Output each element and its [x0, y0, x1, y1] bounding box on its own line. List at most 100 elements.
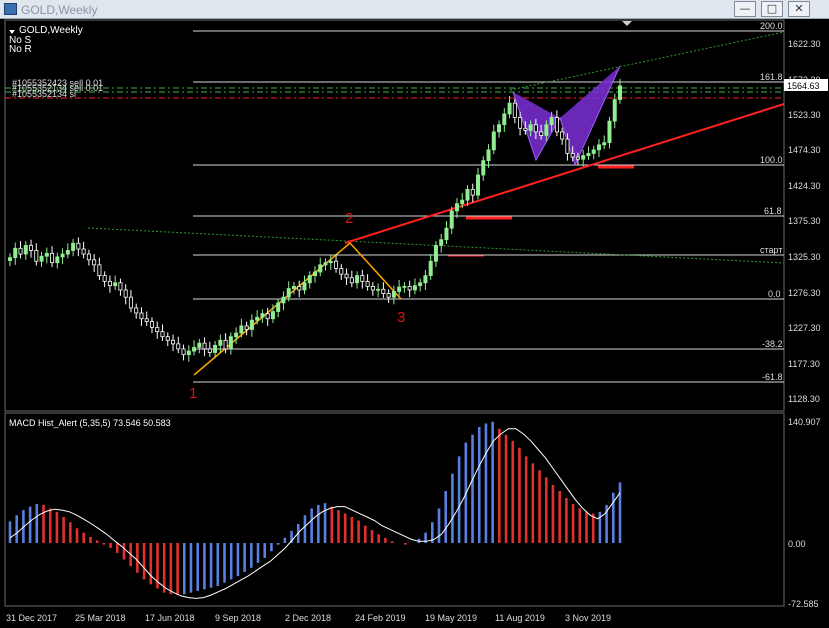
- candle-body: [481, 160, 486, 176]
- candle-body: [276, 302, 281, 312]
- indicator-tick-min: -72.585: [788, 599, 819, 609]
- candle-body: [533, 124, 538, 133]
- candle-body: [591, 149, 596, 154]
- price-tick: 1325.30: [788, 252, 821, 262]
- candle-body: [476, 174, 481, 196]
- candle-body: [244, 325, 249, 330]
- maximize-button[interactable]: □: [761, 1, 783, 17]
- price-axis[interactable]: 1622.30 1572.30 1523.30 1474.30 1424.30 …: [784, 39, 828, 404]
- fib-label-start: старт: [760, 245, 782, 255]
- chart-shift-marker[interactable]: [622, 21, 632, 26]
- candle-body: [18, 247, 23, 255]
- candle-body: [144, 318, 149, 323]
- time-axis[interactable]: 31 Dec 2017 25 Mar 2018 17 Jun 2018 9 Se…: [6, 613, 611, 623]
- candle-body: [218, 339, 223, 346]
- candle-body: [71, 242, 76, 251]
- candle-body: [497, 124, 502, 133]
- candle-body: [97, 264, 102, 277]
- fib-label-0: 0.0: [768, 289, 781, 299]
- candle-body: [265, 313, 270, 320]
- candle-body: [255, 316, 260, 321]
- candle-body: [528, 124, 533, 131]
- macd-signal-line[interactable]: [9, 428, 621, 599]
- current-price-label: 1564.63: [787, 81, 820, 91]
- candle-body: [570, 153, 575, 158]
- time-tick: 24 Feb 2019: [355, 613, 406, 623]
- candle-body: [86, 253, 91, 261]
- candle-body: [239, 325, 244, 334]
- time-tick: 2 Dec 2018: [285, 613, 331, 623]
- candle-body: [607, 120, 612, 144]
- candle-body: [491, 131, 496, 151]
- candle-body: [433, 245, 438, 262]
- candle-body: [181, 348, 186, 356]
- price-tick: 1622.30: [788, 39, 821, 49]
- fib-label-100: 100.0: [760, 155, 783, 165]
- candle-body: [128, 296, 133, 309]
- candle-body: [39, 255, 44, 262]
- candle-body: [523, 127, 528, 131]
- close-button[interactable]: ✕: [788, 1, 810, 17]
- fib-label-200: 200.0: [760, 21, 783, 31]
- candle-body: [360, 275, 365, 282]
- candle-body: [560, 131, 565, 140]
- candle-body: [286, 288, 291, 298]
- macd-histogram[interactable]: [8, 421, 622, 596]
- minimize-button[interactable]: —: [734, 1, 756, 17]
- candle-body: [202, 342, 207, 350]
- candle-body: [344, 273, 349, 279]
- candle-body: [312, 271, 317, 277]
- candle-body: [139, 312, 144, 320]
- candle-body: [355, 275, 360, 284]
- time-tick: 19 May 2019: [425, 613, 477, 623]
- candle-body: [270, 311, 275, 320]
- price-tick: 1523.30: [788, 110, 821, 120]
- price-tick: 1227.30: [788, 323, 821, 333]
- candle-body: [186, 350, 191, 356]
- price-tick: 1128.30: [788, 394, 820, 404]
- fib-label-m61: -61.8: [762, 372, 783, 382]
- price-tick: 1375.30: [788, 216, 821, 226]
- candle-body: [107, 280, 112, 287]
- time-tick: 25 Mar 2018: [75, 613, 126, 623]
- window-title: GOLD,Weekly: [21, 3, 98, 17]
- candle-body: [102, 275, 107, 282]
- candle-body: [149, 321, 154, 328]
- candle-body: [155, 326, 160, 333]
- wave-label-1: 1: [189, 385, 197, 402]
- indicator-tick-zero: 0.00: [788, 539, 806, 549]
- candle-body: [302, 282, 307, 291]
- candle-body: [575, 156, 580, 160]
- fib-label-m38: -38.2: [762, 339, 783, 349]
- time-tick: 3 Nov 2019: [565, 613, 611, 623]
- candle-body: [134, 307, 139, 314]
- candle-body: [423, 275, 428, 284]
- wave-label-3: 3: [397, 309, 405, 326]
- time-tick: 11 Aug 2019: [495, 613, 545, 623]
- candle-body: [118, 282, 123, 291]
- candle-body: [7, 257, 12, 261]
- fib-label-161: 161.8: [760, 72, 783, 82]
- price-chart[interactable]: GOLD,Weekly No S No R 200.0 161.8 100.0 …: [0, 19, 829, 628]
- candle-body: [197, 342, 202, 348]
- wave-zigzag[interactable]: [193, 241, 402, 376]
- candle-body: [381, 288, 386, 294]
- candle-body: [60, 253, 65, 258]
- candle-body: [249, 319, 254, 330]
- candle-body: [549, 117, 554, 126]
- candle-body: [618, 85, 623, 100]
- candle-body: [370, 285, 375, 291]
- symbol-dropdown-icon[interactable]: [9, 30, 15, 34]
- indicator-name: MACD Hist_Alert (5,35,5) 73.546 50.583: [9, 418, 171, 428]
- candle-body: [539, 131, 544, 136]
- price-tick: 1424.30: [788, 181, 821, 191]
- candle-body: [165, 336, 170, 341]
- candle-body: [13, 247, 18, 259]
- candle-body: [297, 285, 302, 291]
- candle-body: [234, 332, 239, 338]
- candle-body: [29, 245, 34, 251]
- candle-body: [544, 124, 549, 136]
- candle-body: [397, 286, 402, 292]
- dotted-trendline-upper[interactable]: [509, 31, 785, 91]
- candle-body: [50, 252, 55, 264]
